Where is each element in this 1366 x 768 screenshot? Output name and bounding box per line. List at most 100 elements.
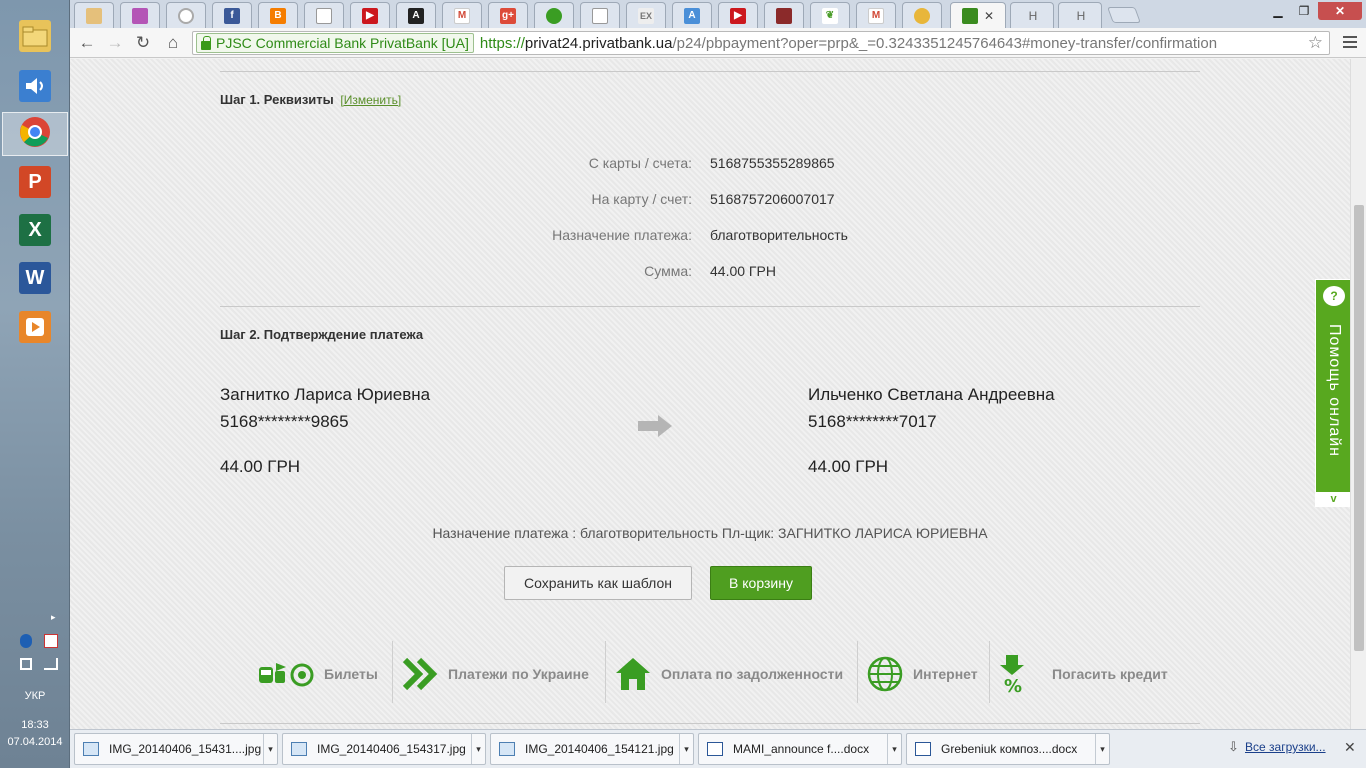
clock-date[interactable]: 07.04.2014: [0, 736, 70, 748]
new-tab-button[interactable]: [1107, 7, 1141, 23]
service-debt-payment[interactable]: Оплата по задолженности: [615, 641, 843, 707]
maximize-button[interactable]: ❐: [1290, 2, 1318, 20]
page-scrollbar[interactable]: [1350, 59, 1366, 729]
browser-tab[interactable]: ▶: [718, 2, 758, 28]
minimize-button[interactable]: ▁: [1264, 2, 1292, 20]
gmail-icon: M: [454, 7, 470, 24]
bookmark-star-icon[interactable]: ☆: [1308, 33, 1323, 53]
close-download-shelf-icon[interactable]: ✕: [1344, 739, 1356, 756]
save-as-template-button[interactable]: Сохранить как шаблон: [504, 566, 692, 600]
browser-tab[interactable]: ▶: [350, 2, 390, 28]
browser-tab[interactable]: [902, 2, 942, 28]
tab-title: Н: [1076, 8, 1086, 23]
browser-tab[interactable]: [120, 2, 160, 28]
browser-tab[interactable]: Н: [1010, 2, 1054, 28]
download-item[interactable]: IMG_20140406_15431....jpg ▾: [74, 733, 278, 765]
browser-tab[interactable]: M: [442, 2, 482, 28]
document-icon: [592, 7, 608, 24]
service-internet[interactable]: Интернет: [867, 641, 978, 707]
chevron-down-icon[interactable]: ▾: [471, 734, 485, 764]
language-indicator[interactable]: УКР: [0, 690, 70, 702]
chrome-menu-button[interactable]: [1342, 33, 1358, 53]
clock-time[interactable]: 18:33: [0, 719, 70, 731]
windows-taskbar: P X W ▸ УКР 18:33 07.04.2014: [0, 0, 70, 768]
chevron-down-icon[interactable]: ▾: [679, 734, 693, 764]
globe-icon: [867, 656, 903, 692]
browser-tab[interactable]: g+: [488, 2, 528, 28]
media-player-button[interactable]: [2, 305, 68, 349]
separator: [989, 641, 990, 703]
add-to-cart-button[interactable]: В корзину: [710, 566, 812, 600]
chevron-down-icon[interactable]: ▾: [1095, 734, 1109, 764]
url-text: https://privat24.privatbank.ua/p24/pbpay…: [480, 35, 1217, 52]
chevron-down-icon[interactable]: ▾: [263, 734, 277, 764]
browser-tab[interactable]: [764, 2, 804, 28]
download-item[interactable]: MAMI_announce f....docx ▾: [698, 733, 902, 765]
download-item[interactable]: IMG_20140406_154317.jpg ▾: [282, 733, 486, 765]
signal-icon[interactable]: [44, 658, 58, 670]
amount-label: Сумма:: [644, 263, 692, 279]
network-error-icon[interactable]: [44, 634, 58, 648]
address-bar[interactable]: PJSC Commercial Bank PrivatBank [UA] htt…: [192, 31, 1330, 55]
browser-tab[interactable]: A: [396, 2, 436, 28]
service-repay-credit[interactable]: % Погасить кредит: [1000, 641, 1168, 707]
tray-expand-icon[interactable]: ▸: [51, 612, 56, 623]
battery-icon[interactable]: [20, 658, 32, 670]
download-item[interactable]: Grebeniuk композ....docx ▾: [906, 733, 1110, 765]
show-all-downloads-link[interactable]: Все загрузки...: [1245, 740, 1326, 754]
scrollbar-thumb[interactable]: [1354, 205, 1364, 651]
house-icon: [615, 657, 651, 691]
word-icon: W: [19, 262, 51, 294]
powerpoint-button[interactable]: P: [2, 160, 68, 204]
facebook-icon: f: [224, 7, 240, 24]
browser-tab[interactable]: M: [856, 2, 896, 28]
word-button[interactable]: W: [2, 256, 68, 300]
payment-purpose-summary: Назначение платежа : благотворительность…: [432, 525, 988, 541]
chevron-down-icon[interactable]: ▾: [887, 734, 901, 764]
browser-tab[interactable]: [534, 2, 574, 28]
reload-button[interactable]: ↻: [132, 33, 154, 53]
service-tickets[interactable]: Билеты: [258, 641, 378, 707]
to-card-label: На карту / счет:: [591, 191, 692, 207]
browser-tab[interactable]: ❦: [810, 2, 850, 28]
browser-tab[interactable]: f: [212, 2, 252, 28]
ev-certificate-badge[interactable]: PJSC Commercial Bank PrivatBank [UA]: [196, 33, 474, 53]
browser-tab[interactable]: A: [672, 2, 712, 28]
collapse-icon[interactable]: v: [1316, 492, 1350, 506]
file-explorer-button[interactable]: [2, 14, 68, 58]
bluetooth-icon[interactable]: [20, 634, 32, 648]
edit-link[interactable]: [Изменить]: [340, 93, 401, 107]
forward-button[interactable]: →: [104, 33, 126, 53]
browser-tab[interactable]: [74, 2, 114, 28]
service-label: Погасить кредит: [1052, 666, 1168, 682]
excel-button[interactable]: X: [2, 208, 68, 252]
browser-tab-active[interactable]: ✕: [950, 2, 1006, 28]
volume-button[interactable]: [2, 64, 68, 108]
browser-tab[interactable]: [304, 2, 344, 28]
media-player-icon: [19, 311, 51, 343]
browser-tab[interactable]: Н: [1058, 2, 1102, 28]
browser-window: f B ▶ A M g+ EX A ▶ ❦ M ✕ Н Н ▁ ❐ ✕ ← → …: [70, 0, 1366, 768]
sender-amount: 44.00 ГРН: [220, 457, 301, 476]
help-online-widget[interactable]: ? Помощь онлайн v: [1315, 279, 1350, 507]
leaf-icon: ❦: [822, 7, 838, 24]
google-plus-icon: g+: [500, 7, 516, 24]
file-explorer-icon: [19, 20, 51, 52]
gmail-icon: M: [868, 7, 884, 24]
service-ukraine-payments[interactable]: Платежи по Украине: [402, 641, 589, 707]
train-plane-icon: [258, 659, 314, 689]
system-tray: ▸ УКР 18:33 07.04.2014: [0, 612, 70, 768]
browser-tab[interactable]: [166, 2, 206, 28]
close-tab-icon[interactable]: ✕: [984, 9, 994, 23]
browser-tab[interactable]: [580, 2, 620, 28]
divider: [220, 71, 1200, 72]
download-item[interactable]: IMG_20140406_154121.jpg ▾: [490, 733, 694, 765]
back-button[interactable]: ←: [76, 33, 98, 53]
home-button[interactable]: ⌂: [162, 33, 184, 53]
browser-tab[interactable]: EX: [626, 2, 666, 28]
window-close-button[interactable]: ✕: [1318, 2, 1362, 20]
chrome-button[interactable]: [2, 112, 68, 156]
divider: [220, 723, 1200, 724]
browser-tab[interactable]: B: [258, 2, 298, 28]
excel-icon: X: [19, 214, 51, 246]
